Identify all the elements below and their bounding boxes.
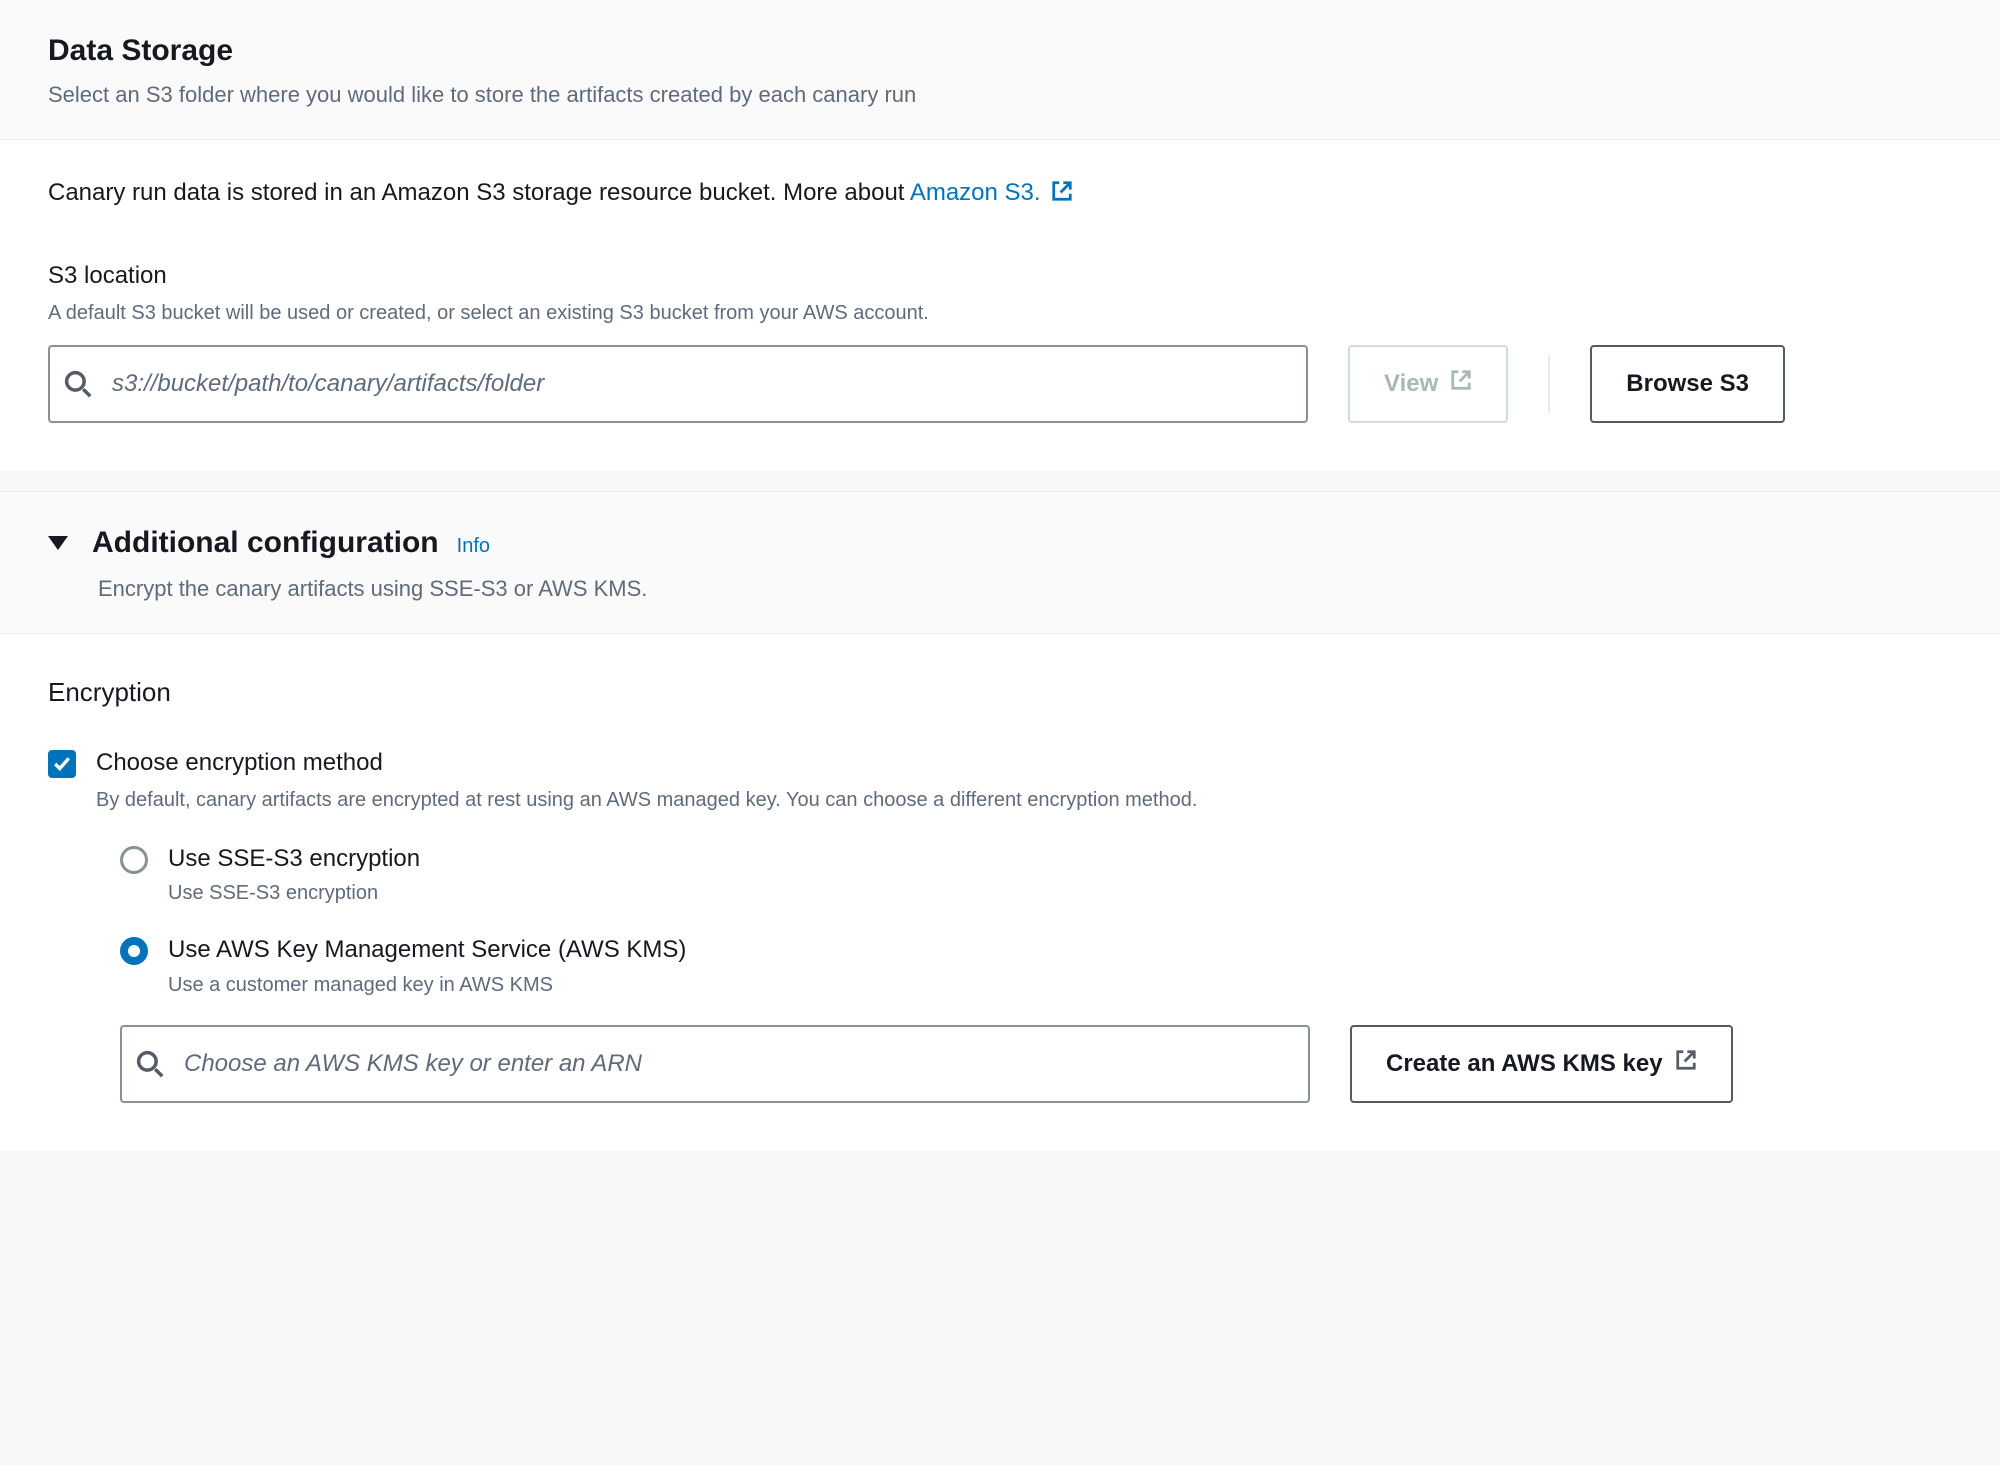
s3-location-input[interactable]	[48, 345, 1308, 423]
kms-key-row: Create an AWS KMS key	[120, 1025, 1952, 1103]
data-storage-subtitle: Select an S3 folder where you would like…	[48, 80, 1952, 111]
data-storage-title: Data Storage	[48, 30, 1952, 72]
encryption-body: Encryption Choose encryption method By d…	[0, 634, 2000, 1151]
additional-config-title: Additional configuration	[92, 522, 439, 564]
amazon-s3-link-text: Amazon S3.	[910, 179, 1041, 206]
choose-encryption-row: Choose encryption method By default, can…	[48, 746, 1952, 814]
caret-down-icon	[48, 536, 68, 550]
radio-unselected-icon	[120, 846, 148, 874]
check-icon	[53, 755, 71, 773]
radio-selected-icon	[120, 937, 148, 965]
data-storage-info: Canary run data is stored in an Amazon S…	[48, 176, 1952, 212]
info-link[interactable]: Info	[457, 532, 490, 560]
s3-location-row: View Browse S3	[48, 345, 1952, 423]
kms-label: Use AWS Key Management Service (AWS KMS)	[168, 933, 686, 967]
encryption-radio-group: Use SSE-S3 encryption Use SSE-S3 encrypt…	[120, 842, 1952, 999]
s3-location-label: S3 location	[48, 259, 1952, 293]
divider	[1548, 355, 1550, 413]
data-storage-header: Data Storage Select an S3 folder where y…	[0, 0, 2000, 140]
choose-encryption-checkbox[interactable]	[48, 750, 76, 778]
create-kms-key-label: Create an AWS KMS key	[1386, 1050, 1663, 1078]
create-kms-key-button[interactable]: Create an AWS KMS key	[1350, 1025, 1733, 1103]
choose-encryption-hint: By default, canary artifacts are encrypt…	[96, 786, 1197, 814]
sse-s3-label: Use SSE-S3 encryption	[168, 842, 420, 876]
encryption-heading: Encryption	[48, 674, 1952, 710]
amazon-s3-link[interactable]: Amazon S3.	[910, 179, 1073, 206]
kms-key-input-wrap	[120, 1025, 1310, 1103]
sse-s3-option[interactable]: Use SSE-S3 encryption Use SSE-S3 encrypt…	[120, 842, 1952, 908]
browse-s3-button-label: Browse S3	[1626, 370, 1749, 398]
kms-hint: Use a customer managed key in AWS KMS	[168, 971, 686, 999]
choose-encryption-label: Choose encryption method	[96, 746, 1197, 780]
kms-option[interactable]: Use AWS Key Management Service (AWS KMS)…	[120, 933, 1952, 999]
external-link-icon	[1450, 369, 1472, 398]
sse-s3-hint: Use SSE-S3 encryption	[168, 879, 420, 907]
browse-s3-button[interactable]: Browse S3	[1590, 345, 1785, 423]
kms-key-input[interactable]	[120, 1025, 1310, 1103]
info-text: Canary run data is stored in an Amazon S…	[48, 179, 910, 206]
data-storage-body: Canary run data is stored in an Amazon S…	[0, 140, 2000, 471]
s3-location-input-wrap	[48, 345, 1308, 423]
additional-config-subtitle: Encrypt the canary artifacts using SSE-S…	[98, 574, 1952, 605]
view-button[interactable]: View	[1348, 345, 1508, 423]
section-gap	[0, 471, 2000, 491]
external-link-icon	[1051, 178, 1073, 212]
s3-location-hint: A default S3 bucket will be used or crea…	[48, 299, 1952, 327]
external-link-icon	[1675, 1049, 1697, 1078]
view-button-label: View	[1384, 370, 1438, 398]
additional-config-header[interactable]: Additional configuration Info Encrypt th…	[0, 491, 2000, 634]
